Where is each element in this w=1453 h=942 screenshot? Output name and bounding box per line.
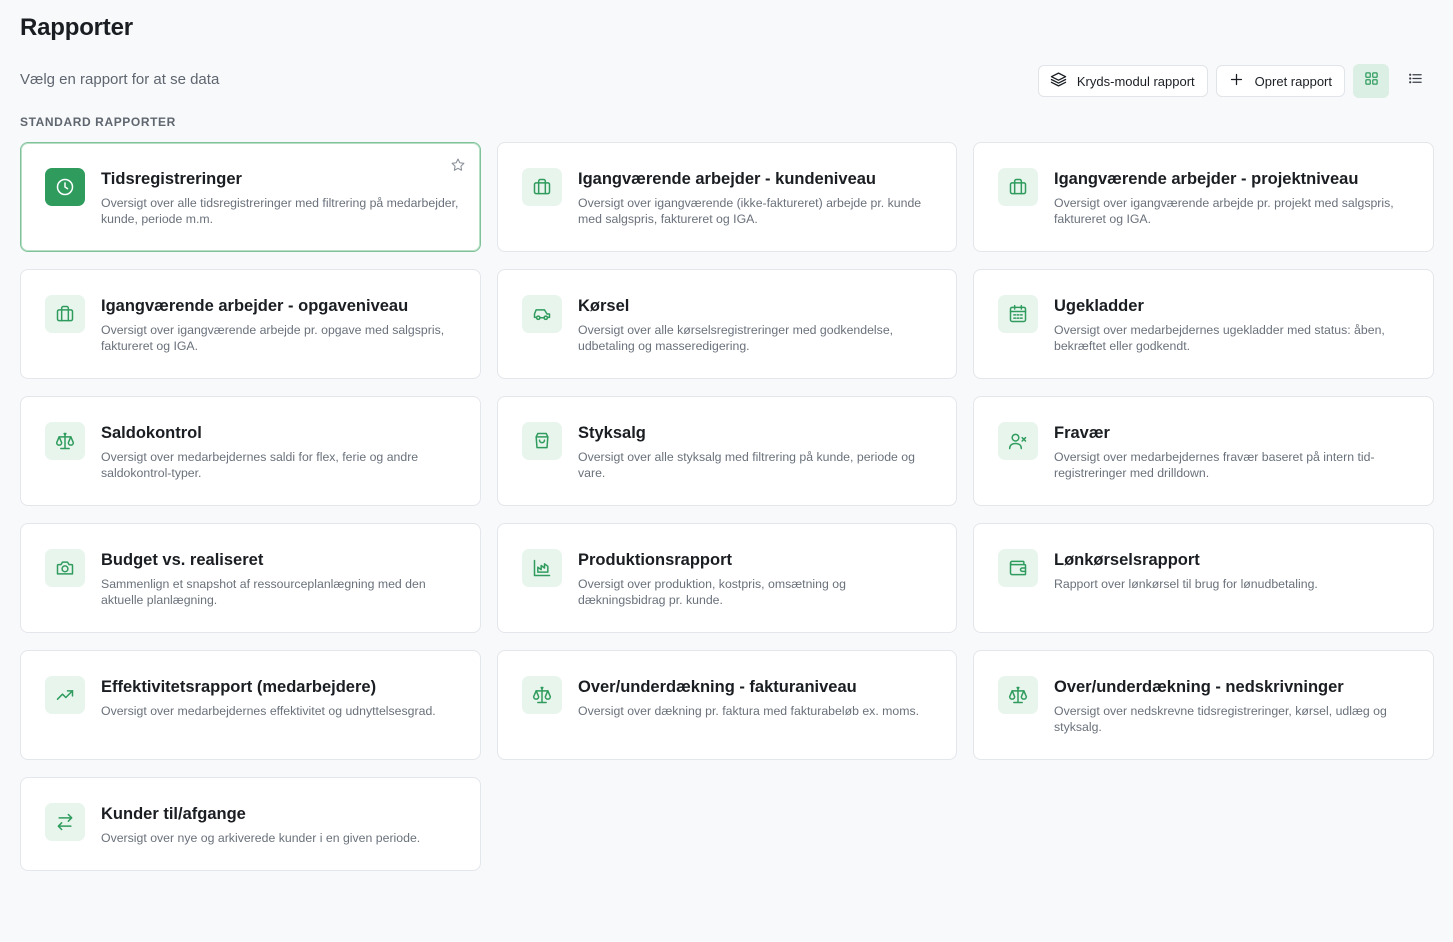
report-title: Igangværende arbejder - opgaveniveau	[101, 297, 409, 315]
report-icon-tile	[998, 295, 1038, 333]
report-description: Sammenlign et snapshot af ressourceplanl…	[101, 577, 426, 607]
create-report-button[interactable]: Opret rapport	[1215, 65, 1345, 97]
create-report-label: Opret rapport	[1254, 73, 1332, 89]
report-title: Produktionsrapport	[578, 551, 733, 569]
report-icon-tile	[998, 549, 1038, 587]
report-title: Kørsel	[578, 297, 630, 315]
report-card[interactable]: Effektivitetsrapport (medarbejdere) Overs…	[20, 650, 481, 760]
layers-icon	[1050, 71, 1067, 91]
report-card[interactable]: Igangværende arbejder - kundeniveau Overs…	[497, 142, 957, 252]
report-card[interactable]: Ugekladder Oversigt over medarbejdernes u…	[973, 269, 1434, 379]
report-title: Over/underdækning - fakturaniveau	[578, 678, 857, 696]
user-x-icon	[1008, 431, 1028, 451]
factory-chart-icon	[532, 558, 552, 578]
report-card[interactable]: Over/underdækning - fakturaniveau Oversig…	[497, 650, 957, 760]
report-card[interactable]: Kunder til/afgange Oversigt over nye og a…	[20, 777, 481, 871]
report-icon-tile	[522, 168, 562, 206]
list-view-button[interactable]	[1397, 64, 1433, 98]
report-description: Oversigt over nedskrevne tidsregistrerin…	[1054, 704, 1387, 734]
briefcase-icon	[1008, 177, 1028, 197]
report-icon-tile	[998, 168, 1038, 206]
report-title: Fravær	[1054, 424, 1110, 442]
report-icon-tile	[45, 803, 85, 841]
clock-icon	[55, 177, 75, 197]
report-title: Lønkørselsrapport	[1054, 551, 1200, 569]
shopping-bag-icon	[532, 431, 552, 451]
report-icon-tile	[998, 422, 1038, 460]
report-description: Oversigt over dækning pr. faktura med fa…	[578, 704, 920, 718]
report-title: Budget vs. realiseret	[101, 551, 264, 569]
report-description: Rapport over lønkørsel til brug for lønu…	[1054, 577, 1318, 591]
report-card[interactable]: Styksalg Oversigt over alle styksalg med …	[497, 396, 957, 506]
report-icon-tile	[522, 549, 562, 587]
report-icon-tile	[522, 295, 562, 333]
cross-module-report-label: Kryds-modul rapport	[1076, 73, 1195, 89]
report-card[interactable]: Igangværende arbejder - projektniveau Ove…	[973, 142, 1434, 252]
scale-icon	[532, 685, 552, 705]
report-description: Oversigt over alle styksalg med filtreri…	[578, 450, 915, 480]
report-card[interactable]: Produktionsrapport Oversigt over produkti…	[497, 523, 957, 633]
plus-icon	[1228, 71, 1245, 91]
cross-module-report-button[interactable]: Kryds-modul rapport	[1037, 65, 1208, 97]
section-label: STANDARD RAPPORTER	[20, 115, 176, 129]
report-title: Over/underdækning - nedskrivninger	[1054, 678, 1344, 696]
report-description: Oversigt over medarbejdernes effektivite…	[101, 704, 436, 718]
report-title: Ugekladder	[1054, 297, 1144, 315]
report-icon-tile	[522, 422, 562, 460]
favorite-star-icon[interactable]	[450, 157, 466, 173]
report-description: Oversigt over alle tidsregistreringer me…	[101, 196, 459, 226]
grid-view-button[interactable]	[1353, 64, 1389, 98]
calendar-icon	[1008, 304, 1028, 324]
report-description: Oversigt over igangværende arbejde pr. p…	[1054, 196, 1394, 226]
scale-icon	[55, 431, 75, 451]
report-card[interactable]: Fravær Oversigt over medarbejdernes fravæ…	[973, 396, 1434, 506]
list-icon	[1408, 71, 1423, 91]
briefcase-icon	[55, 304, 75, 324]
report-title: Effektivitetsrapport (medarbejdere)	[101, 678, 377, 696]
report-description: Oversigt over produktion, kostpris, omsæ…	[578, 577, 846, 607]
toolbar: Kryds-modul rapport Opret rapport	[1037, 64, 1433, 98]
page-title: Rapporter	[20, 14, 133, 41]
report-description: Oversigt over medarbejdernes ugekladder …	[1054, 323, 1385, 353]
report-icon-tile	[522, 676, 562, 714]
trending-up-icon	[55, 685, 75, 705]
report-card[interactable]: Kørsel Oversigt over alle kørselsregistre…	[497, 269, 957, 379]
report-description: Oversigt over medarbejdernes saldi for f…	[101, 450, 419, 480]
report-description: Oversigt over igangværende arbejde pr. o…	[101, 323, 445, 353]
report-icon-tile	[45, 295, 85, 333]
wallet-icon	[1008, 558, 1028, 578]
report-description: Oversigt over igangværende (ikke-fakture…	[578, 196, 922, 226]
report-title: Igangværende arbejder - projektniveau	[1054, 170, 1359, 188]
report-title: Saldokontrol	[101, 424, 202, 442]
report-grid: Tidsregistreringer Oversigt over alle tid…	[20, 142, 1434, 871]
page-subtitle: Vælg en rapport for at se data	[20, 71, 220, 88]
report-description: Oversigt over medarbejdernes fravær base…	[1054, 450, 1375, 480]
report-icon-tile	[45, 549, 85, 587]
grid-icon	[1364, 71, 1379, 91]
car-icon	[532, 304, 552, 324]
report-icon-tile	[45, 168, 85, 206]
report-card[interactable]: Lønkørselsrapport Rapport over lønkørsel …	[973, 523, 1434, 633]
report-card[interactable]: Budget vs. realiseret Sammenlign et snaps…	[20, 523, 481, 633]
report-card[interactable]: Tidsregistreringer Oversigt over alle tid…	[20, 142, 481, 252]
report-title: Tidsregistreringer	[101, 170, 242, 188]
report-title: Kunder til/afgange	[101, 805, 246, 823]
report-title: Igangværende arbejder - kundeniveau	[578, 170, 876, 188]
report-icon-tile	[45, 422, 85, 460]
report-description: Oversigt over nye og arkiverede kunder i…	[101, 831, 421, 845]
report-card[interactable]: Over/underdækning - nedskrivninger Oversi…	[973, 650, 1434, 760]
report-card[interactable]: Igangværende arbejder - opgaveniveau Over…	[20, 269, 481, 379]
report-icon-tile	[45, 676, 85, 714]
arrows-swap-icon	[55, 812, 75, 832]
report-card[interactable]: Saldokontrol Oversigt over medarbejdernes…	[20, 396, 481, 506]
report-description: Oversigt over alle kørselsregistreringer…	[578, 323, 894, 353]
report-icon-tile	[998, 676, 1038, 714]
camera-icon	[55, 558, 75, 578]
report-title: Styksalg	[578, 424, 646, 442]
briefcase-icon	[532, 177, 552, 197]
scale-icon	[1008, 685, 1028, 705]
